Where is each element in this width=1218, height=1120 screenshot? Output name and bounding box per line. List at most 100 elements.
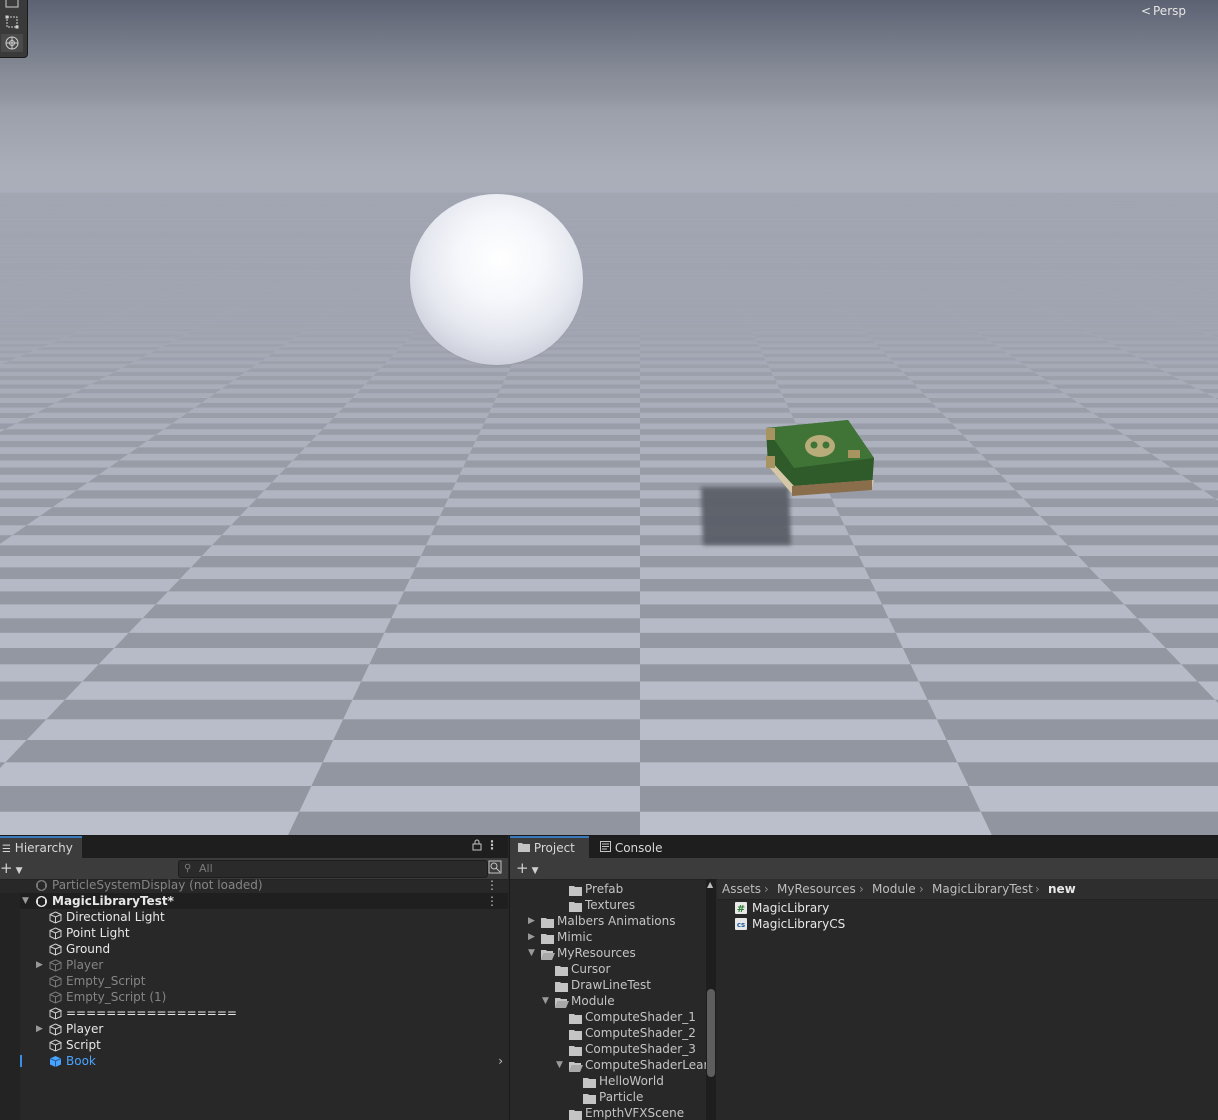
hierarchy-item-particlesystemdisplay[interactable]: ParticleSystemDisplay (not loaded) ⋮: [0, 877, 508, 893]
chevron-right-icon[interactable]: ›: [498, 1053, 503, 1069]
hierarchy-item-label: Ground: [66, 941, 110, 957]
tree-item-empthvfxscene[interactable]: EmpthVFXScene: [510, 1105, 706, 1120]
file-item-label: MagicLibraryCS: [752, 916, 845, 932]
hierarchy-item-label: Script: [66, 1037, 101, 1053]
hierarchy-search-input[interactable]: ⚲ All: [178, 860, 488, 878]
hierarchy-item-empty-script-1[interactable]: Empty_Script (1): [0, 989, 508, 1005]
panel-menu-icon[interactable]: ⋮: [486, 838, 498, 852]
custom-tool-icon[interactable]: [1, 34, 23, 52]
tree-item-computeshader-2[interactable]: ComputeShader_2: [510, 1025, 706, 1041]
tree-item-myresources[interactable]: ▼ MyResources: [510, 945, 706, 961]
tree-item-label: ComputeShader_2: [585, 1025, 696, 1041]
tree-item-module[interactable]: ▼ Module: [510, 993, 706, 1009]
hierarchy-item-label: MagicLibraryTest*: [52, 893, 174, 909]
tree-item-label: Mimic: [557, 929, 592, 945]
scene-visibility-icon[interactable]: [488, 860, 502, 877]
create-button[interactable]: +▼: [0, 859, 23, 877]
prefab-cube-icon: [49, 1055, 62, 1072]
hierarchy-item-label: Directional Light: [66, 909, 165, 925]
file-item-magiclibrary[interactable]: # MagicLibrary: [717, 900, 1218, 916]
hierarchy-item-separator[interactable]: =================: [0, 1005, 508, 1021]
tree-scrollbar-thumb[interactable]: [707, 989, 715, 1077]
tree-item-computeshaderlear[interactable]: ▼ ComputeShaderLear: [510, 1057, 706, 1073]
tab-project[interactable]: Project: [510, 836, 589, 858]
project-tabbar: Project Console: [510, 836, 1218, 858]
hierarchy-item-script[interactable]: Script: [0, 1037, 508, 1053]
tree-item-mimic[interactable]: ▶ Mimic: [510, 929, 706, 945]
breadcrumb: Assets › MyResources › Module › MagicLib…: [717, 879, 1218, 900]
file-item-magiclibrarycs[interactable]: cs MagicLibraryCS: [717, 916, 1218, 932]
scene-view[interactable]: <Persp: [0, 0, 1218, 835]
svg-text:cs: cs: [737, 921, 745, 929]
tree-item-prefab[interactable]: Prefab: [510, 881, 706, 897]
project-folder-tree: Prefab Textures ▶ Malbers Animations ▶ M…: [510, 879, 706, 1120]
rect-tool-icon[interactable]: [1, 0, 23, 12]
tree-scrollbar[interactable]: ▲: [706, 879, 716, 1120]
tab-project-label: Project: [534, 841, 575, 855]
project-toolbar: +▼: [510, 858, 1218, 880]
hierarchy-item-book[interactable]: Book ›: [0, 1053, 508, 1069]
scene-tools-overlay: [0, 0, 28, 58]
tab-hierarchy[interactable]: ☰ Hierarchy: [0, 836, 82, 858]
hamburger-icon: ☰: [2, 844, 11, 855]
expand-triangle-icon[interactable]: ▼: [22, 893, 29, 909]
breadcrumb-item[interactable]: MagicLibraryTest: [932, 879, 1033, 899]
hierarchy-item-label: Player: [66, 1021, 103, 1037]
tab-console[interactable]: Console: [592, 838, 670, 858]
selection-marker: [20, 1055, 22, 1067]
hierarchy-tabbar: ☰ Hierarchy ⋮: [0, 836, 508, 858]
lock-icon[interactable]: [472, 839, 482, 854]
hierarchy-item-magiclibrarytest[interactable]: ▼ MagicLibraryTest* ⋮: [0, 893, 508, 909]
hierarchy-item-player-disabled[interactable]: ▶ Player: [0, 957, 508, 973]
tree-item-label: Cursor: [571, 961, 610, 977]
hierarchy-item-label: Empty_Script (1): [66, 989, 166, 1005]
hierarchy-item-player[interactable]: ▶ Player: [0, 1021, 508, 1037]
breadcrumb-item[interactable]: Assets: [722, 879, 761, 899]
tree-item-malbers-animations[interactable]: ▶ Malbers Animations: [510, 913, 706, 929]
transform-tool-icon[interactable]: [1, 13, 23, 31]
collapse-triangle-icon[interactable]: ▼: [528, 945, 535, 961]
compute-shader-icon: cs: [735, 918, 747, 934]
scroll-up-arrow-icon[interactable]: ▲: [707, 880, 713, 889]
tree-item-label: EmpthVFXScene: [585, 1105, 684, 1120]
console-icon: [600, 841, 611, 855]
tree-item-drawlinetest[interactable]: DrawLineTest: [510, 977, 706, 993]
tree-item-textures[interactable]: Textures: [510, 897, 706, 913]
breadcrumb-separator-icon: ›: [1035, 879, 1040, 899]
expand-triangle-icon[interactable]: ▶: [528, 913, 535, 929]
item-menu-icon[interactable]: ⋮: [486, 877, 498, 893]
tree-item-label: ComputeShader_3: [585, 1041, 696, 1057]
hierarchy-item-empty-script[interactable]: Empty_Script: [0, 973, 508, 989]
tab-hierarchy-label: Hierarchy: [15, 841, 73, 855]
tree-item-label: Malbers Animations: [557, 913, 675, 929]
search-icon: ⚲: [184, 861, 191, 877]
hierarchy-item-ground[interactable]: Ground: [0, 941, 508, 957]
tree-item-label: Module: [571, 993, 615, 1009]
breadcrumb-item[interactable]: MyResources: [777, 879, 856, 899]
create-button[interactable]: +▼: [516, 859, 539, 877]
book-object[interactable]: [762, 418, 876, 496]
sphere-object[interactable]: [410, 194, 583, 365]
tree-item-helloworld[interactable]: HelloWorld: [510, 1073, 706, 1089]
tree-item-label: ComputeShaderLear: [585, 1057, 706, 1073]
expand-triangle-icon[interactable]: ▶: [36, 1021, 43, 1037]
perspective-icon: <: [1141, 4, 1151, 18]
folder-icon: [518, 841, 530, 855]
breadcrumb-item[interactable]: Module: [872, 879, 916, 899]
collapse-triangle-icon[interactable]: ▼: [542, 993, 549, 1009]
hierarchy-panel: ☰ Hierarchy ⋮ +▼ ⚲ All ParticleSystemDis…: [0, 835, 508, 1120]
chevron-down-icon: ▼: [16, 866, 23, 876]
collapse-triangle-icon[interactable]: ▼: [556, 1057, 563, 1073]
project-panel: Project Console +▼ Prefab Textures ▶ Mal…: [509, 835, 1218, 1120]
tree-item-cursor[interactable]: Cursor: [510, 961, 706, 977]
breadcrumb-current[interactable]: new: [1048, 879, 1076, 899]
item-menu-icon[interactable]: ⋮: [486, 893, 498, 909]
hierarchy-item-point-light[interactable]: Point Light: [0, 925, 508, 941]
expand-triangle-icon[interactable]: ▶: [36, 957, 43, 973]
expand-triangle-icon[interactable]: ▶: [528, 929, 535, 945]
tree-item-computeshader-3[interactable]: ComputeShader_3: [510, 1041, 706, 1057]
tree-item-computeshader-1[interactable]: ComputeShader_1: [510, 1009, 706, 1025]
tree-item-particle[interactable]: Particle: [510, 1089, 706, 1105]
hierarchy-item-directional-light[interactable]: Directional Light: [0, 909, 508, 925]
projection-toggle[interactable]: <Persp: [1141, 4, 1186, 18]
